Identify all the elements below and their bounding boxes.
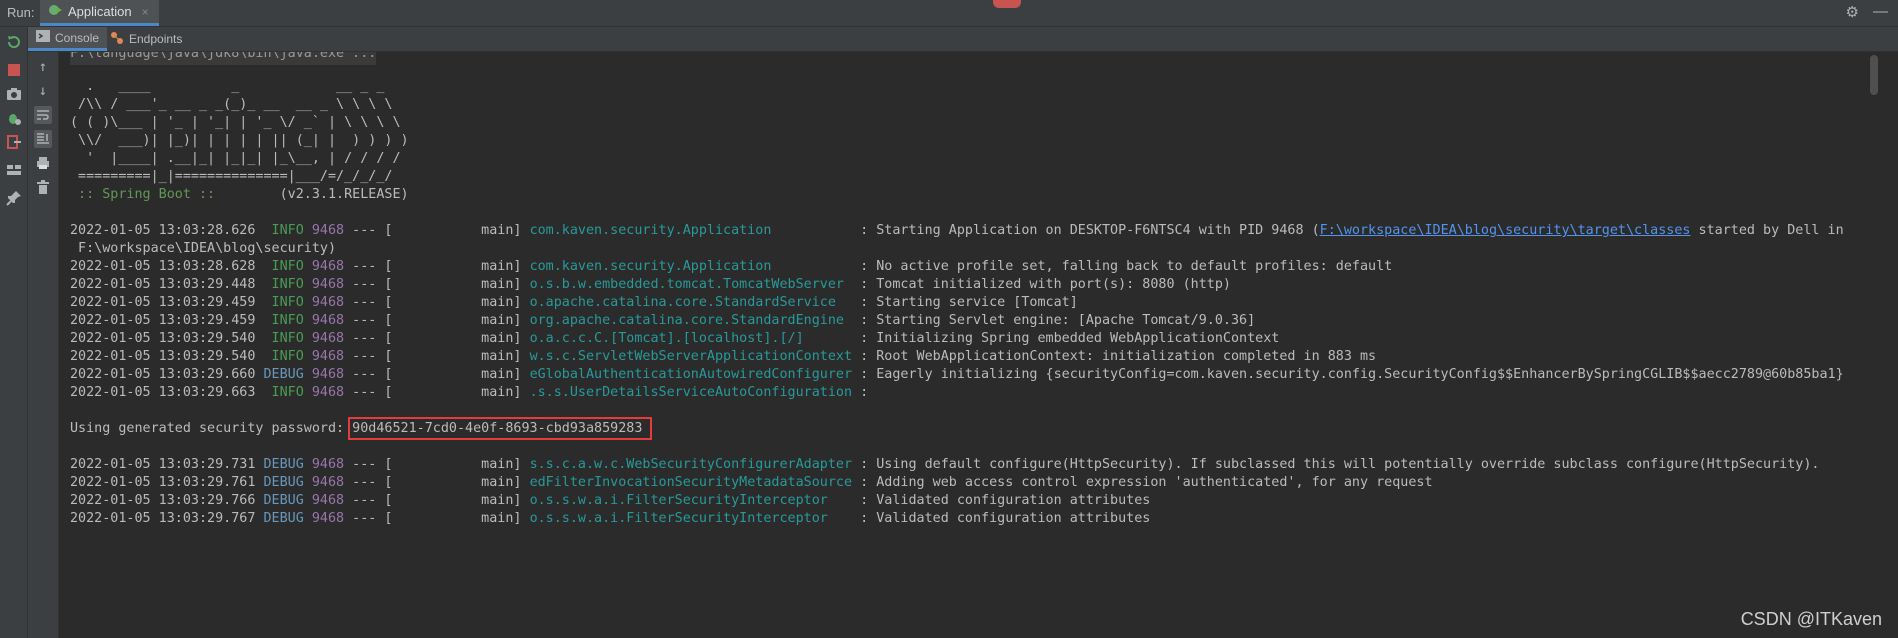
stop-icon[interactable]: [5, 61, 23, 79]
toolwindow-actions: ⚙ —: [1846, 3, 1888, 21]
arrow-down-icon[interactable]: ↓: [34, 82, 52, 100]
password-label: Using generated security password:: [70, 421, 353, 436]
run-label: Run:: [7, 5, 35, 20]
security-password-line: Using generated security password: 90d46…: [70, 417, 653, 440]
camera-icon[interactable]: [5, 85, 23, 103]
minimize-icon[interactable]: —: [1873, 3, 1888, 21]
rerun-icon[interactable]: [5, 33, 23, 51]
tab-console[interactable]: Console: [28, 27, 108, 51]
layout-icon[interactable]: [5, 161, 23, 179]
scrollbar-thumb[interactable]: [1870, 55, 1878, 95]
tab-endpoints-label: Endpoints: [129, 32, 183, 46]
scrollbar-track: [1866, 52, 1898, 638]
tab-application[interactable]: Application ×: [40, 0, 159, 26]
console-side-toolbar: ↑ ↓: [28, 52, 59, 638]
exit-icon[interactable]: [5, 133, 23, 151]
log-line: 2022-01-05 13:03:28.626 INFO 9468 --- [ …: [70, 223, 1844, 238]
tab-console-label: Console: [55, 30, 100, 45]
tab-endpoints[interactable]: Endpoints: [102, 27, 190, 51]
watermark: CSDN @ITKaven: [1740, 609, 1882, 629]
tab-application-label: Application: [68, 4, 132, 19]
debug-bug-icon[interactable]: [5, 109, 23, 127]
command-line: F:\language\java\jdk8\bin\java.exe ...: [70, 52, 377, 65]
endpoints-icon: [110, 31, 124, 48]
spring-run-icon: [48, 3, 62, 20]
console-output[interactable]: F:\language\java\jdk8\bin\java.exe ... .…: [59, 52, 1866, 638]
soft-wrap-icon[interactable]: [34, 106, 52, 124]
spring-boot-version: (v2.3.1.RELEASE): [223, 187, 409, 202]
run-actions-toolbar: [0, 27, 28, 638]
close-icon[interactable]: ×: [142, 5, 149, 19]
trash-icon[interactable]: [34, 178, 52, 196]
log-line: 2022-01-05 13:03:29.767 DEBUG 9468 --- […: [70, 511, 1151, 526]
search-marker-icon: [993, 0, 1021, 8]
run-toolwindow-header: Run: Application × ⚙ —: [0, 0, 1898, 27]
spring-boot-label: :: Spring Boot ::: [70, 187, 224, 202]
console-icon: [36, 30, 50, 45]
log-line: 2022-01-05 13:03:29.663 INFO 9468 --- [ …: [70, 385, 869, 400]
arrow-up-icon[interactable]: ↑: [34, 58, 52, 76]
pin-icon[interactable]: [5, 189, 23, 207]
spring-boot-version-line: :: Spring Boot :: (v2.3.1.RELEASE): [70, 184, 409, 206]
subtab-bar: Console Endpoints: [28, 27, 1898, 52]
gear-icon[interactable]: ⚙: [1846, 3, 1859, 21]
generated-password-highlight[interactable]: 90d46521-7cd0-4e0f-8693-cbd93a859283: [348, 417, 653, 440]
classpath-link[interactable]: F:\workspace\IDEA\blog\security\target\c…: [1320, 223, 1691, 238]
scroll-to-end-icon[interactable]: [34, 130, 52, 148]
print-icon[interactable]: [34, 154, 52, 172]
